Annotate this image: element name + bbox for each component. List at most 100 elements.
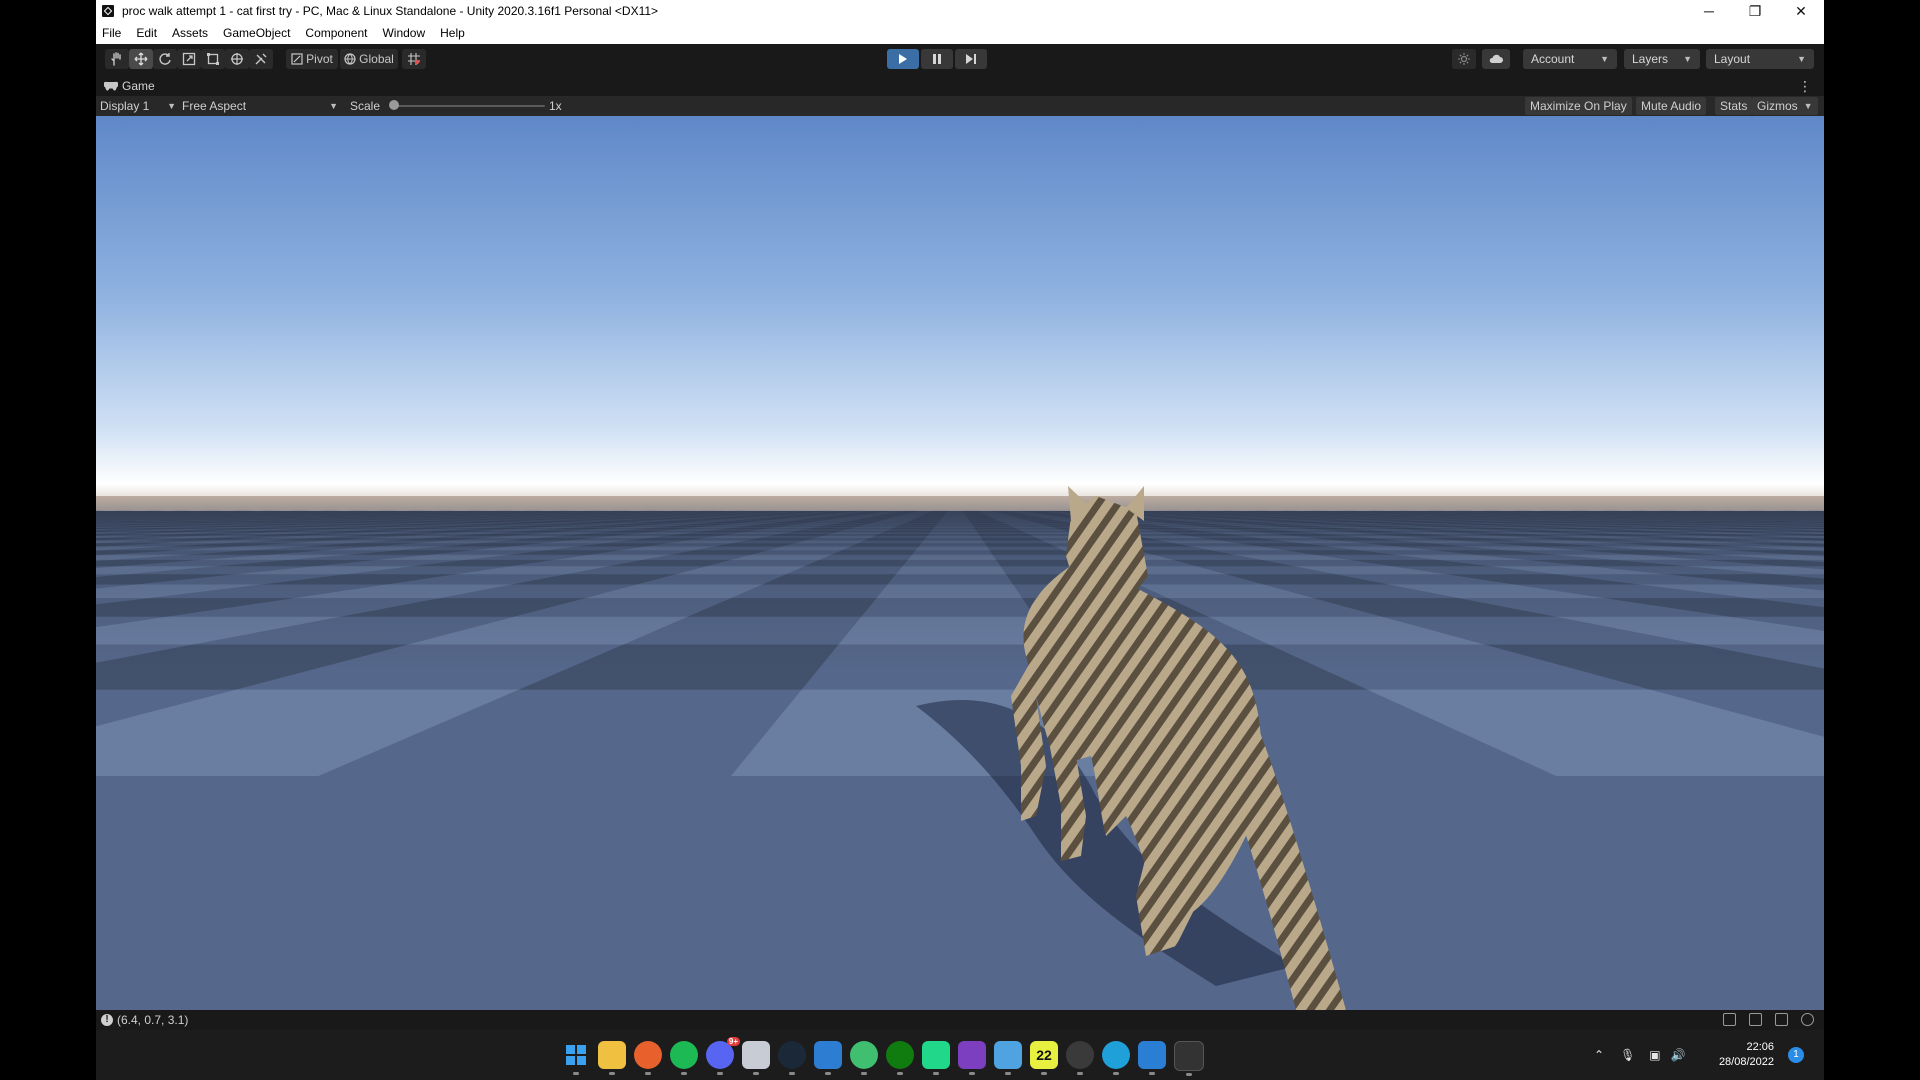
wrench-icon bbox=[255, 53, 267, 65]
photo-app-icon[interactable] bbox=[1066, 1041, 1094, 1075]
visual-studio-icon[interactable] bbox=[958, 1041, 986, 1075]
xbox-icon[interactable] bbox=[886, 1041, 914, 1075]
discord-icon[interactable]: 9+ bbox=[706, 1037, 740, 1075]
chevron-down-icon: ▼ bbox=[1803, 101, 1813, 111]
edge-icon[interactable] bbox=[1102, 1041, 1130, 1075]
grid-snap-button[interactable] bbox=[402, 49, 426, 69]
lighting-icon[interactable] bbox=[1775, 1013, 1788, 1026]
sun-icon bbox=[1458, 53, 1470, 65]
pivot-icon bbox=[291, 53, 303, 65]
stats-toggle[interactable]: Stats bbox=[1715, 97, 1753, 115]
maximize-on-play-toggle[interactable]: Maximize On Play bbox=[1525, 97, 1632, 115]
rotate-icon bbox=[159, 53, 171, 65]
status-message[interactable]: (6.4, 0.7, 3.1) bbox=[117, 1013, 188, 1027]
services-button[interactable] bbox=[1452, 49, 1476, 69]
main-toolbar: Pivot Global Account ▼ Layers ▼ Layout ▼ bbox=[96, 44, 1824, 74]
display-dropdown[interactable]: Display 1 ▼ bbox=[100, 96, 178, 116]
gizmos-dropdown[interactable]: Gizmos ▼ bbox=[1752, 97, 1818, 115]
play-icon bbox=[899, 54, 907, 64]
chevron-up-icon[interactable]: ⌃ bbox=[1594, 1048, 1604, 1062]
menu-gameobject[interactable]: GameObject bbox=[223, 26, 290, 40]
move-icon bbox=[134, 52, 148, 66]
aspect-label: Free Aspect bbox=[182, 99, 247, 113]
layout-dropdown[interactable]: Layout ▼ bbox=[1706, 49, 1814, 69]
menu-window[interactable]: Window bbox=[382, 26, 425, 40]
pivot-toggle[interactable]: Pivot bbox=[286, 49, 338, 69]
steam-icon[interactable] bbox=[778, 1041, 806, 1075]
tab-game[interactable]: Game bbox=[96, 79, 155, 93]
menu-assets[interactable]: Assets bbox=[172, 26, 208, 40]
grid-snap-icon bbox=[408, 53, 420, 65]
discord-badge: 9+ bbox=[726, 1037, 740, 1046]
move-tool-button[interactable] bbox=[129, 49, 153, 69]
file-explorer-icon[interactable] bbox=[598, 1041, 626, 1075]
microphone-icon[interactable]: 🎙 bbox=[1620, 1048, 1635, 1062]
global-toggle[interactable]: Global bbox=[340, 49, 398, 69]
scale-value: 1x bbox=[549, 99, 562, 113]
xbox-app-icon[interactable] bbox=[850, 1041, 878, 1075]
status-icons bbox=[1723, 1013, 1814, 1026]
clock[interactable]: 22:06 28/08/2022 bbox=[1719, 1040, 1774, 1070]
custom-tool-button[interactable] bbox=[249, 49, 273, 69]
info-icon: ! bbox=[101, 1014, 113, 1026]
menu-file[interactable]: File bbox=[102, 26, 121, 40]
mute-audio-toggle[interactable]: Mute Audio bbox=[1636, 97, 1707, 115]
transform-icon bbox=[231, 53, 243, 65]
scale-tool-button[interactable] bbox=[177, 49, 201, 69]
menu-edit[interactable]: Edit bbox=[136, 26, 157, 40]
global-label: Global bbox=[359, 52, 394, 66]
menu-bar: File Edit Assets GameObject Component Wi… bbox=[96, 22, 1824, 44]
notification-badge[interactable]: 1 bbox=[1788, 1047, 1804, 1063]
restore-button[interactable]: ❐ bbox=[1732, 0, 1778, 22]
chevron-down-icon: ▼ bbox=[167, 101, 176, 111]
hand-tool-button[interactable] bbox=[105, 49, 129, 69]
account-label: Account bbox=[1531, 52, 1575, 66]
mail-icon[interactable] bbox=[742, 1041, 770, 1075]
network-icon[interactable]: ▣ bbox=[1649, 1048, 1660, 1062]
bug-icon[interactable] bbox=[1723, 1013, 1736, 1026]
spotify-icon[interactable] bbox=[670, 1041, 698, 1075]
globe-icon bbox=[344, 53, 356, 65]
play-button[interactable] bbox=[887, 49, 919, 69]
rect-tool-button[interactable] bbox=[201, 49, 225, 69]
window-title: proc walk attempt 1 - cat first try - PC… bbox=[122, 4, 659, 18]
gizmos-label: Gizmos bbox=[1757, 99, 1798, 113]
display-label: Display 1 bbox=[100, 99, 150, 113]
step-button[interactable] bbox=[955, 49, 987, 69]
minimize-button[interactable]: ─ bbox=[1686, 0, 1732, 22]
pause-button[interactable] bbox=[921, 49, 953, 69]
game-viewport[interactable] bbox=[96, 116, 1824, 1010]
pivot-label: Pivot bbox=[306, 52, 333, 66]
rotate-tool-button[interactable] bbox=[153, 49, 177, 69]
pycharm-22-icon[interactable]: 22 bbox=[1030, 1041, 1058, 1075]
progress-check-icon[interactable] bbox=[1801, 1013, 1814, 1026]
scale-slider-track[interactable] bbox=[395, 105, 545, 107]
scale-slider-thumb[interactable] bbox=[389, 100, 399, 110]
chevron-down-icon: ▼ bbox=[1600, 54, 1609, 64]
start-button[interactable] bbox=[562, 1041, 590, 1075]
menu-help[interactable]: Help bbox=[440, 26, 465, 40]
unity-logo-icon bbox=[102, 5, 114, 17]
step-icon bbox=[966, 54, 976, 64]
more-options-icon[interactable]: ⋮ bbox=[1798, 78, 1812, 95]
cache-icon[interactable] bbox=[1749, 1013, 1762, 1026]
photos-icon[interactable] bbox=[814, 1041, 842, 1075]
volume-icon[interactable]: 🔊 bbox=[1671, 1048, 1686, 1062]
windows-taskbar: 9+ 22 ⌃ 🎙 ▣ 🔊 22:06 28/08/2022 1 bbox=[96, 1030, 1824, 1080]
firefox-icon[interactable] bbox=[634, 1041, 662, 1075]
aspect-dropdown[interactable]: Free Aspect ▼ bbox=[182, 96, 340, 116]
store-icon[interactable] bbox=[1138, 1041, 1166, 1075]
scale-icon bbox=[182, 52, 196, 66]
account-dropdown[interactable]: Account ▼ bbox=[1523, 49, 1617, 69]
hand-icon bbox=[111, 52, 121, 66]
close-button[interactable]: ✕ bbox=[1778, 0, 1824, 22]
transform-tool-button[interactable] bbox=[225, 49, 249, 69]
cloud-button[interactable] bbox=[1482, 49, 1510, 69]
unity-icon[interactable] bbox=[1174, 1041, 1204, 1076]
windows-icon bbox=[566, 1045, 586, 1065]
layers-dropdown[interactable]: Layers ▼ bbox=[1624, 49, 1700, 69]
menu-component[interactable]: Component bbox=[305, 26, 367, 40]
pycharm-icon[interactable] bbox=[922, 1041, 950, 1075]
notepad-icon[interactable] bbox=[994, 1041, 1022, 1075]
chevron-down-icon: ▼ bbox=[1797, 54, 1806, 64]
